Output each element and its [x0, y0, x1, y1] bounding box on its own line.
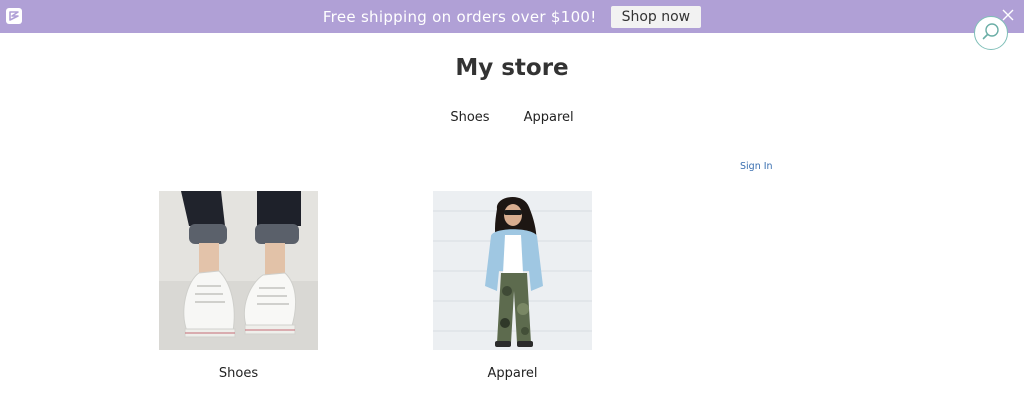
store-logo-icon[interactable] — [6, 8, 22, 24]
category-card-shoes[interactable]: Shoes — [159, 191, 318, 381]
nav-item-shoes[interactable]: Shoes — [450, 110, 489, 125]
search-icon — [981, 21, 1001, 46]
category-label-shoes[interactable]: Shoes — [159, 366, 318, 381]
nav-item-apparel[interactable]: Apparel — [524, 110, 574, 125]
category-nav: Shoes Apparel — [0, 110, 1024, 125]
search-button[interactable] — [974, 16, 1008, 50]
promo-message: Free shipping on orders over $100! — [322, 7, 597, 26]
page-title: My store — [455, 55, 569, 81]
shop-now-button[interactable]: Shop now — [610, 5, 702, 28]
category-card-apparel[interactable]: Apparel — [433, 191, 592, 381]
fashion-model-photo[interactable] — [433, 191, 592, 350]
sign-in-link[interactable]: Sign In — [740, 161, 773, 172]
sneakers-photo[interactable] — [159, 191, 318, 350]
category-label-apparel[interactable]: Apparel — [433, 366, 592, 381]
promo-banner: Free shipping on orders over $100! Shop … — [0, 0, 1024, 33]
